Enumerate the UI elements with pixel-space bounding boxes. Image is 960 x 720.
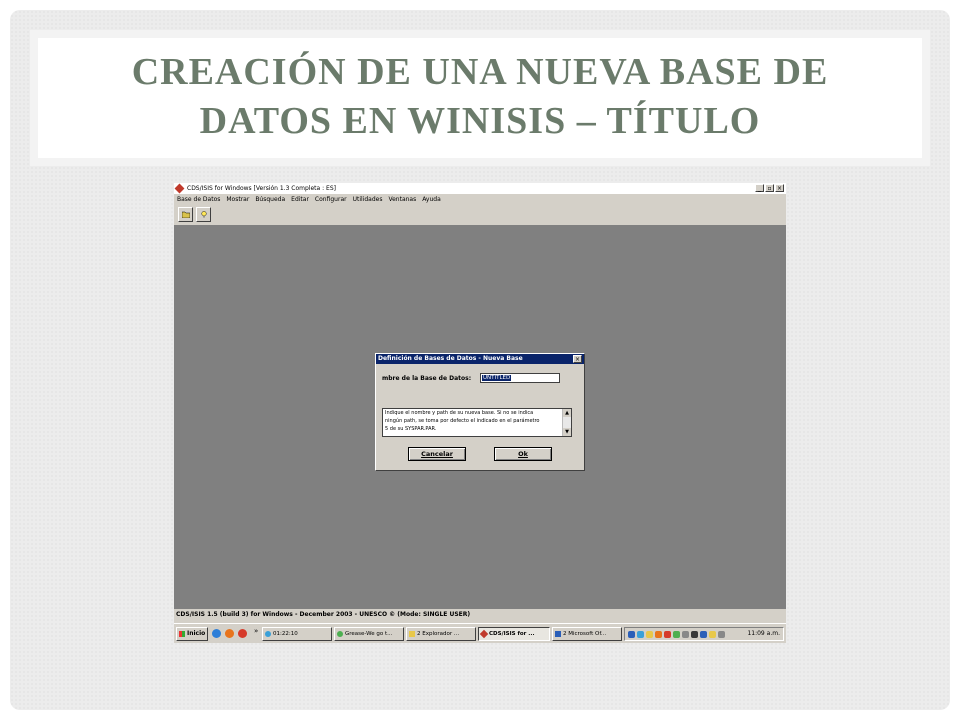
cancel-button[interactable]: Cancelar bbox=[408, 447, 466, 461]
ok-button[interactable]: Ok bbox=[494, 447, 552, 461]
task-label: 2 Microsoft Of... bbox=[563, 631, 607, 637]
app-title: CDS/ISIS for Windows [Versión 1.3 Comple… bbox=[187, 185, 336, 192]
database-name-value: UNTITLED bbox=[482, 375, 512, 381]
tray-icon[interactable] bbox=[628, 631, 635, 638]
window-controls: _ ▫ × bbox=[755, 184, 784, 192]
tray-icon[interactable] bbox=[646, 631, 653, 638]
tray-icon[interactable] bbox=[655, 631, 662, 638]
help-line-2: ningún path, se toma por defecto el indi… bbox=[385, 418, 540, 424]
timer-icon bbox=[265, 631, 271, 637]
system-tray: 11:09 a.m. bbox=[624, 627, 784, 641]
folder-icon bbox=[409, 631, 415, 637]
maximize-button[interactable]: ▫ bbox=[765, 184, 774, 192]
start-label: Inicio bbox=[187, 630, 206, 637]
menu-editar[interactable]: Editar bbox=[291, 194, 309, 205]
volume-icon[interactable] bbox=[691, 631, 698, 638]
start-button[interactable]: Inicio bbox=[176, 627, 208, 641]
slide-title: CREACIÓN DE UNA NUEVA BASE DE DATOS EN W… bbox=[30, 48, 930, 146]
menu-base-de-datos[interactable]: Base de Datos bbox=[177, 194, 220, 205]
new-database-dialog: Definición de Bases de Datos - Nueva Bas… bbox=[375, 353, 585, 471]
network-icon[interactable] bbox=[682, 631, 689, 638]
task-explorador[interactable]: 2 Explorador ... bbox=[406, 627, 476, 641]
task-label: CDS/ISIS for ... bbox=[489, 631, 535, 637]
help-textbox[interactable]: Indique el nombre y path de su nueva bas… bbox=[382, 408, 572, 437]
scroll-up-icon[interactable]: ▲ bbox=[563, 409, 571, 417]
open-folder-icon bbox=[182, 211, 190, 218]
menu-configurar[interactable]: Configurar bbox=[315, 194, 347, 205]
toolbar bbox=[174, 205, 786, 226]
dialog-close-button[interactable]: × bbox=[573, 355, 582, 363]
task-cdsisis[interactable]: CDS/ISIS for ... bbox=[478, 627, 550, 641]
menu-utilidades[interactable]: Utilidades bbox=[353, 194, 383, 205]
firefox-quicklaunch-icon[interactable] bbox=[225, 629, 234, 638]
lightbulb-icon bbox=[201, 211, 207, 218]
app-quicklaunch-icon[interactable] bbox=[238, 629, 247, 638]
task-label: 01:22:10 bbox=[273, 631, 298, 637]
dialog-title: Definición de Bases de Datos - Nueva Bas… bbox=[376, 354, 584, 364]
quicklaunch-more-icon[interactable]: » bbox=[254, 627, 258, 635]
windows-logo-icon bbox=[179, 631, 185, 637]
slide-title-line-2: DATOS EN WINISIS – TÍTULO bbox=[199, 100, 761, 142]
minimize-button[interactable]: _ bbox=[755, 184, 764, 192]
task-timer[interactable]: 01:22:10 bbox=[262, 627, 332, 641]
clock: 11:09 a.m. bbox=[747, 630, 780, 637]
database-name-label: mbre de la Base de Datos: bbox=[382, 375, 472, 382]
app-icon bbox=[174, 183, 185, 194]
close-button[interactable]: × bbox=[775, 184, 784, 192]
scroll-down-icon[interactable]: ▼ bbox=[563, 428, 571, 436]
task-grease[interactable]: Grease-We go t... bbox=[334, 627, 404, 641]
database-name-input[interactable]: UNTITLED bbox=[480, 373, 560, 383]
help-line-3: 5 de su SYSPAR.PAR. bbox=[385, 426, 437, 432]
tray-icon[interactable] bbox=[700, 631, 707, 638]
tray-icon[interactable] bbox=[709, 631, 716, 638]
slide-title-box: CREACIÓN DE UNA NUEVA BASE DE DATOS EN W… bbox=[30, 30, 930, 166]
menubar: Base de Datos Mostrar Búsqueda Editar Co… bbox=[174, 194, 786, 205]
tray-icon[interactable] bbox=[718, 631, 725, 638]
slide-title-line-1: CREACIÓN DE UNA NUEVA BASE DE bbox=[131, 51, 829, 93]
menu-ventanas[interactable]: Ventanas bbox=[388, 194, 416, 205]
browser-icon bbox=[337, 631, 343, 637]
menu-ayuda[interactable]: Ayuda bbox=[422, 194, 441, 205]
taskbar: Inicio » 01:22:10 Grease-We go t... 2 Ex… bbox=[174, 623, 786, 643]
help-line-1: Indique el nombre y path de su nueva bas… bbox=[385, 410, 534, 416]
task-microsoft-office[interactable]: 2 Microsoft Of... bbox=[552, 627, 622, 641]
winisis-screenshot: CDS/ISIS for Windows [Versión 1.3 Comple… bbox=[174, 183, 786, 643]
chrome-quicklaunch-icon[interactable] bbox=[212, 629, 221, 638]
open-database-button[interactable] bbox=[178, 207, 193, 222]
tray-icon[interactable] bbox=[637, 631, 644, 638]
tips-button[interactable] bbox=[196, 207, 211, 222]
office-icon bbox=[555, 631, 561, 637]
scroll-track[interactable] bbox=[563, 417, 571, 428]
tray-icon[interactable] bbox=[673, 631, 680, 638]
menu-mostrar[interactable]: Mostrar bbox=[226, 194, 249, 205]
tray-icon[interactable] bbox=[664, 631, 671, 638]
menu-busqueda[interactable]: Búsqueda bbox=[255, 194, 285, 205]
help-scrollbar[interactable]: ▲ ▼ bbox=[562, 409, 571, 436]
task-label: Grease-We go t... bbox=[345, 631, 393, 637]
cdsisis-icon bbox=[479, 629, 489, 639]
status-bar: CDS/ISIS 1.5 (build 3) for Windows - Dec… bbox=[174, 609, 786, 621]
task-label: 2 Explorador ... bbox=[417, 631, 460, 637]
app-titlebar: CDS/ISIS for Windows [Versión 1.3 Comple… bbox=[174, 183, 786, 194]
